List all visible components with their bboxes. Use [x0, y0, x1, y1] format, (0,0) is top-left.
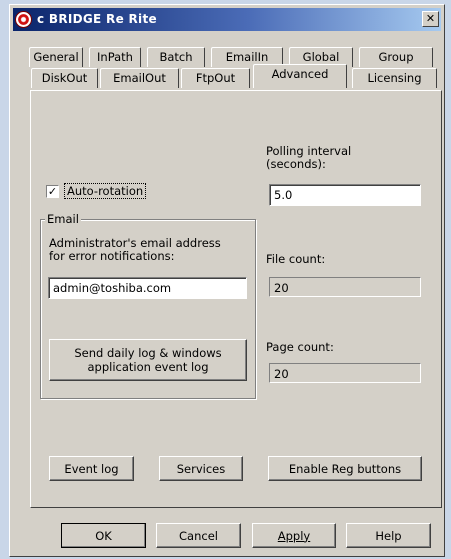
- app-icon: [15, 11, 32, 28]
- file-count-label: File count:: [266, 252, 326, 266]
- services-button[interactable]: Services: [159, 456, 243, 481]
- enable-reg-buttons-button[interactable]: Enable Reg buttons: [268, 456, 422, 481]
- file-count-value: 20: [269, 277, 421, 297]
- polling-interval-input[interactable]: 5.0: [269, 184, 421, 206]
- send-daily-log-label-line2: application event log: [87, 360, 209, 374]
- tab-batch[interactable]: Batch: [147, 47, 205, 67]
- admin-email-input[interactable]: admin@toshiba.com: [48, 277, 247, 299]
- tab-general[interactable]: General: [29, 47, 83, 67]
- polling-interval-label-line1: Polling interval: [266, 144, 352, 158]
- email-group-legend: Email: [45, 212, 81, 226]
- tab-emailout[interactable]: EmailOut: [100, 68, 179, 88]
- close-button[interactable]: ✕: [422, 11, 439, 27]
- title-bar[interactable]: c BRIDGE Re Rite ✕: [13, 8, 441, 31]
- tab-licensing[interactable]: Licensing: [352, 68, 437, 88]
- admin-email-label-line2: for error notifications:: [49, 249, 175, 263]
- apply-button[interactable]: Apply: [252, 523, 336, 548]
- tab-inpath[interactable]: InPath: [89, 47, 141, 67]
- tab-diskout[interactable]: DiskOut: [31, 68, 98, 88]
- tab-group[interactable]: Group: [359, 47, 433, 67]
- cancel-button[interactable]: Cancel: [156, 523, 241, 548]
- dialog-window: c BRIDGE Re Rite ✕ General InPath Batch …: [9, 4, 445, 557]
- window-title: c BRIDGE Re Rite: [37, 12, 157, 26]
- auto-rotation-checkbox[interactable]: ✓: [46, 185, 59, 198]
- tab-advanced[interactable]: Advanced: [253, 64, 347, 88]
- admin-email-label-line1: Administrator's email address: [49, 236, 221, 250]
- send-daily-log-button[interactable]: Send daily log & windows application eve…: [49, 339, 247, 381]
- advanced-panel: ✓ Auto-rotation Polling interval (second…: [30, 90, 442, 508]
- tab-ftpout[interactable]: FtpOut: [181, 68, 250, 88]
- page-count-value: 20: [269, 363, 421, 383]
- help-button[interactable]: Help: [346, 523, 431, 548]
- event-log-button[interactable]: Event log: [49, 456, 134, 481]
- ok-button[interactable]: OK: [61, 523, 146, 548]
- polling-interval-label-line2: (seconds):: [266, 157, 326, 171]
- send-daily-log-label-line1: Send daily log & windows: [74, 346, 222, 360]
- auto-rotation-label[interactable]: Auto-rotation: [64, 183, 147, 199]
- page-count-label: Page count:: [266, 340, 334, 354]
